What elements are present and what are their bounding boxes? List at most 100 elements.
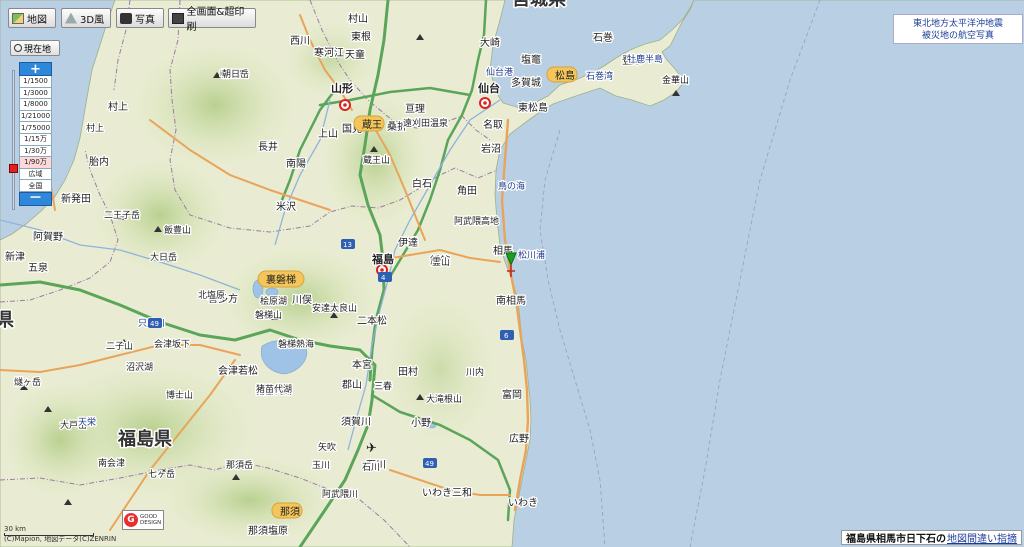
mountain-zao: 蔵王山: [363, 154, 390, 166]
town-minamiaizu: 南会津: [98, 457, 125, 469]
zoom-slider-track[interactable]: [12, 70, 15, 210]
location-pin-icon[interactable]: [504, 252, 518, 278]
city-agano: 阿賀野: [33, 231, 63, 243]
town-kitakata2: 北塩原: [198, 289, 225, 301]
city-motomiya: 本宮: [352, 358, 372, 371]
zoom-level-1500[interactable]: 1/1500: [19, 76, 52, 88]
town-tamakawa: 玉川: [312, 460, 330, 471]
city-iwaki-sanwa: いわき三和: [422, 487, 472, 499]
city-sukagawa: 須賀川: [341, 416, 371, 428]
mountain-nanatsu: 七ヶ岳: [148, 468, 175, 480]
city-kawamata: 川俣: [292, 293, 312, 306]
city-ishinomaki: 石巻: [593, 32, 613, 44]
badge-zao: 蔵王: [362, 118, 382, 131]
current-location-label: 現在地: [24, 44, 52, 55]
road-49: 49: [150, 320, 159, 328]
zoom-level-national[interactable]: 全国: [19, 180, 52, 192]
city-tainai: 胎内: [89, 155, 109, 168]
report-error-link[interactable]: 地図間違い指摘: [947, 530, 1017, 545]
city-higashimatsushima: 東松島: [518, 101, 548, 114]
road-4: 4: [381, 274, 386, 282]
camera-icon: [120, 12, 132, 24]
badge-matsushima: 松島: [555, 69, 575, 82]
badge-bandai: 裏磐梯: [266, 273, 296, 286]
mountain-iide: 飯豊山: [164, 224, 191, 236]
zoom-in-button[interactable]: +: [19, 62, 52, 76]
pref-label-miyagi: 宮城県: [512, 0, 566, 10]
badge-nasu: 那須: [280, 506, 300, 518]
town-ishikawa: 石川: [362, 463, 380, 473]
zoom-slider-thumb[interactable]: [9, 164, 18, 173]
zoom-level-3000[interactable]: 1/3000: [19, 87, 52, 100]
pref-label-fukushima: 福島県: [117, 428, 172, 450]
city-tamura: 田村: [398, 365, 418, 378]
mountain-nasu: 那須岳: [226, 459, 253, 471]
zoom-level-wide[interactable]: 広域: [19, 168, 52, 181]
town-yabuki: 矢吹: [318, 441, 336, 453]
mountain-kinkasan: 金華山: [662, 74, 689, 86]
peninsula-oshika: 牡鹿半島: [627, 53, 663, 65]
tab-photo-label: 写真: [135, 14, 155, 26]
current-location-button[interactable]: 現在地: [10, 40, 60, 56]
city-kaminoyama: 上山: [318, 128, 338, 140]
aerial-line1: 東北地方太平洋沖地震: [912, 19, 1003, 29]
mountain-adatara: 安達太良山: [312, 302, 357, 314]
beach-torinoumi: 鳥の海: [498, 180, 525, 192]
city-nasushiobara: 那須塩原: [248, 524, 288, 537]
town-kawauchi: 川内: [466, 366, 484, 378]
zoom-level-75000[interactable]: 1/75000: [19, 122, 52, 134]
mountain-bandai: 磐梯山: [255, 309, 282, 321]
mountain-ryozen: 霊山: [432, 257, 450, 268]
mountain-hakase: 博士山: [166, 389, 193, 401]
mountain-nioji: 二王子岳: [104, 209, 140, 221]
tab-photo[interactable]: 写真: [116, 8, 164, 28]
onsen-tenei: 天栄: [78, 416, 96, 428]
address-bar: 福島県相馬市日下石の 地図間違い指摘: [841, 530, 1022, 545]
zoom-level-8000[interactable]: 1/8000: [19, 99, 52, 111]
road-13: 13: [343, 241, 352, 249]
town-miharu: 三春: [374, 380, 392, 392]
city-nagai: 長井: [258, 140, 278, 153]
good-design-badge: G GOOD DESIGN: [122, 510, 164, 530]
road-6: 6: [504, 332, 509, 340]
aerial-line2: 被災地の航空写真: [921, 31, 994, 41]
bay-matsukawaura: 松川浦: [518, 249, 545, 261]
target-icon: [14, 44, 22, 52]
city-hirono: 広野: [509, 432, 529, 445]
city-tendo: 天童: [345, 48, 365, 61]
area-abukuma-river: 阿武隈川: [322, 488, 358, 500]
mountain-asahi2: 朝日岳: [222, 68, 249, 80]
zoom-level-21000[interactable]: 1/21000: [19, 110, 52, 123]
city-yonezawa: 米沢: [276, 200, 296, 213]
area-abukuma: 阿武隈高地: [454, 215, 499, 227]
zoom-level-30man[interactable]: 1/30万: [19, 145, 52, 158]
port-sendai: 仙台港: [486, 66, 513, 78]
tab-3d[interactable]: 3D風: [61, 8, 111, 28]
zoom-level-90man[interactable]: 1/90万: [19, 157, 52, 169]
tab-map[interactable]: 地図: [8, 8, 56, 28]
city-aizuwakamatsu: 会津若松: [218, 364, 258, 377]
bay-ishinomaki: 石巻湾: [586, 70, 613, 82]
print-icon: [172, 12, 184, 24]
good-design-line2: DESIGN: [140, 520, 162, 526]
aerial-photo-link[interactable]: 東北地方太平洋沖地震 被災地の航空写真: [893, 14, 1023, 44]
mountain-futago: 二子山: [106, 341, 133, 352]
pref-label-edge: 県: [0, 310, 14, 331]
city-tomioka: 富岡: [502, 388, 522, 401]
lake-inawashiro-label: 猪苗代湖: [256, 383, 292, 395]
city-murayama: 村山: [348, 12, 368, 25]
print-label: 全画面&超印刷: [186, 7, 245, 33]
zoom-out-button[interactable]: －: [19, 191, 52, 206]
3d-icon: [65, 12, 77, 24]
city-minamisoma: 南相馬: [496, 294, 526, 307]
city-osaki: 大崎: [480, 36, 500, 49]
city-nihonmatsu: 二本松: [357, 314, 387, 327]
city-nishikawa: 西川: [290, 36, 310, 47]
city-iwanuma: 岩沼: [481, 142, 501, 155]
scale-label: 30 km: [4, 525, 27, 533]
print-button[interactable]: 全画面&超印刷: [168, 7, 256, 33]
city-tagajo: 多賀城: [511, 76, 541, 89]
tab-map-label: 地図: [27, 14, 47, 26]
zoom-level-15man[interactable]: 1/15万: [19, 133, 52, 146]
city-watari: 亘理: [405, 103, 425, 115]
